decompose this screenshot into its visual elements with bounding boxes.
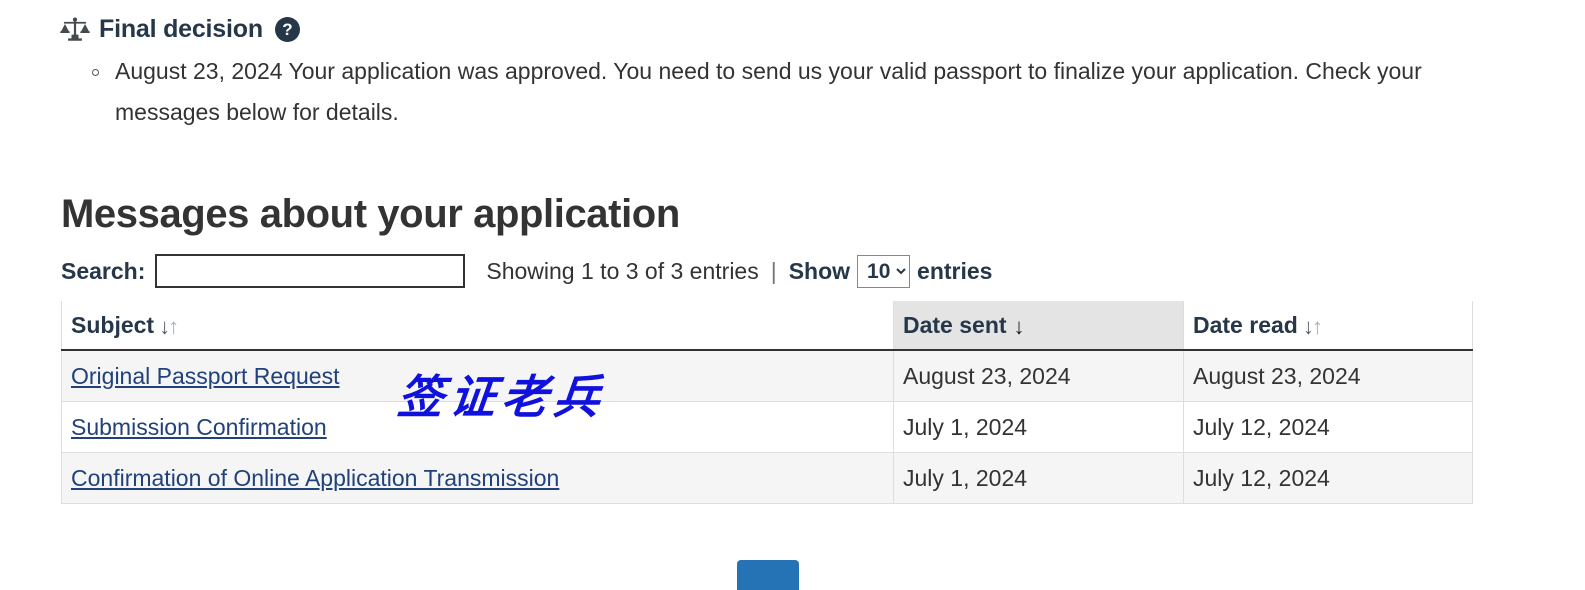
showing-entries-text: Showing 1 to 3 of 3 entries: [486, 257, 759, 284]
message-subject-link[interactable]: Original Passport Request: [71, 363, 339, 389]
column-header-date-sent-label: Date sent: [903, 311, 1007, 338]
column-header-subject-label: Subject: [71, 311, 155, 338]
final-decision-header: Final decision ?: [0, 0, 1585, 42]
column-header-subject[interactable]: Subject ↓↑: [61, 301, 894, 351]
messages-table: Subject ↓↑ Date sent ↓ Date read ↓↑ Origina…: [61, 301, 1473, 504]
messages-heading: Messages about your application: [61, 192, 680, 236]
sort-both-icon[interactable]: ↓↑: [1303, 314, 1323, 340]
page-length-select[interactable]: 10: [857, 254, 911, 288]
messages-section: Messages about your application Search: …: [0, 186, 1585, 504]
final-decision-section: Final decision ? August 23, 2024 Your ap…: [0, 0, 1585, 133]
help-icon[interactable]: ?: [274, 16, 300, 42]
table-row: Submission Confirmation July 1, 2024 Jul…: [61, 401, 1473, 453]
search-input[interactable]: [155, 254, 466, 288]
cell-date-read: August 23, 2024: [1183, 349, 1473, 402]
cell-subject: Original Passport Request: [61, 349, 894, 402]
table-header-row: Subject ↓↑ Date sent ↓ Date read ↓↑: [61, 301, 1473, 351]
message-subject-link[interactable]: Confirmation of Online Application Trans…: [71, 465, 559, 491]
column-header-date-sent[interactable]: Date sent ↓: [893, 301, 1184, 351]
final-decision-item: August 23, 2024 Your application was app…: [92, 51, 1470, 133]
pagination-button[interactable]: [737, 560, 799, 590]
show-label: Show: [788, 257, 851, 284]
table-body: Original Passport Request August 23, 202…: [61, 349, 1473, 504]
sort-both-icon[interactable]: ↓↑: [159, 314, 179, 340]
table-row: Original Passport Request August 23, 202…: [61, 349, 1473, 402]
message-subject-link[interactable]: Submission Confirmation: [71, 414, 327, 440]
sort-desc-icon[interactable]: ↓: [1014, 314, 1025, 340]
balance-scales-icon: [60, 17, 90, 43]
search-label: Search:: [61, 257, 146, 284]
cell-subject: Confirmation of Online Application Trans…: [61, 452, 894, 504]
column-header-date-read[interactable]: Date read ↓↑: [1183, 301, 1473, 351]
cell-date-sent: July 1, 2024: [893, 401, 1184, 453]
cell-date-sent: July 1, 2024: [893, 452, 1184, 504]
cell-subject: Submission Confirmation: [61, 401, 894, 453]
messages-table-wrap: Subject ↓↑ Date sent ↓ Date read ↓↑ Origina…: [0, 288, 1585, 504]
column-header-date-read-label: Date read: [1193, 311, 1298, 338]
cell-date-read: July 12, 2024: [1183, 452, 1473, 504]
cell-date-sent: August 23, 2024: [893, 349, 1184, 402]
final-decision-list: August 23, 2024 Your application was app…: [0, 51, 1585, 133]
controls-divider: |: [770, 257, 777, 284]
cell-date-read: July 12, 2024: [1183, 401, 1473, 453]
entries-label: entries: [917, 257, 993, 284]
table-controls: Search: Showing 1 to 3 of 3 entries | Sh…: [0, 242, 1585, 288]
table-row: Confirmation of Online Application Trans…: [61, 452, 1473, 504]
table-head: Subject ↓↑ Date sent ↓ Date read ↓↑: [61, 301, 1473, 351]
final-decision-title: Final decision: [99, 14, 263, 43]
